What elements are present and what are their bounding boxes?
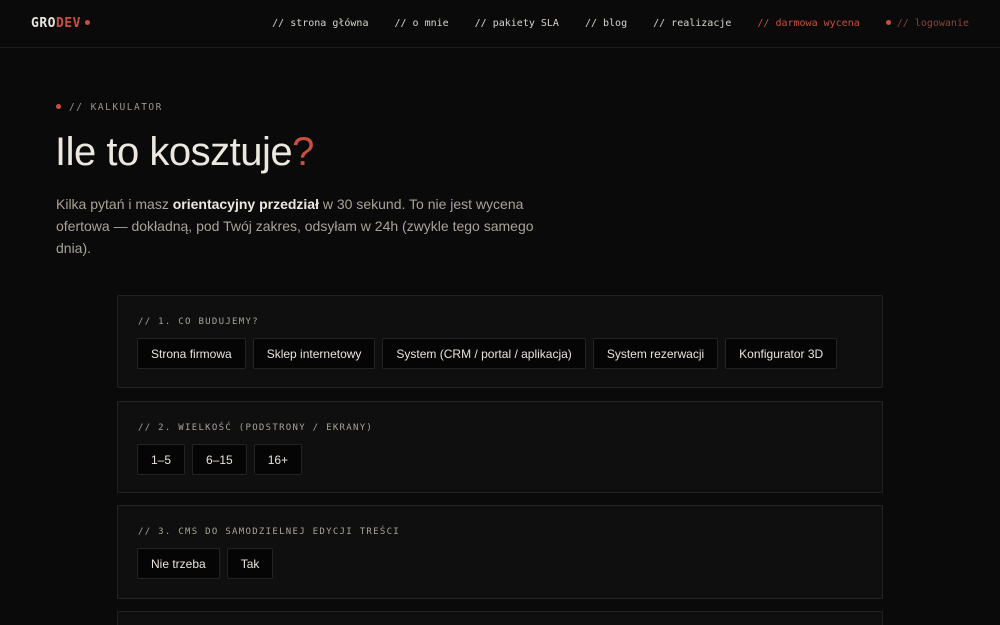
logo-prefix: GRO [31, 16, 56, 31]
nav-login[interactable]: // logowanie [885, 18, 969, 29]
page-title-text: Ile to kosztuje [55, 130, 293, 174]
option-group: Strona firmowa Sklep internetowy System … [137, 338, 844, 369]
question-card-cms: // 3. CMS DO SAMODZIELNEJ EDYCJI TREŚCI … [117, 505, 883, 599]
question-card-size: // 2. WIELKOŚĆ (PODSTRONY / EKRANY) 1–5 … [117, 401, 883, 493]
question-label: // 2. WIELKOŚĆ (PODSTRONY / EKRANY) [138, 423, 374, 433]
nav-sla[interactable]: // pakiety SLA [475, 18, 559, 29]
nav-login-label: // logowanie [896, 18, 969, 29]
logo-suffix: DEV [55, 16, 81, 31]
question-card-next [117, 611, 883, 625]
option-size-small[interactable]: 1–5 [137, 444, 186, 475]
page-title-mark: ? [292, 130, 314, 174]
nav-about[interactable]: // o mnie [394, 18, 448, 29]
login-dot-icon [885, 19, 891, 25]
option-company-site[interactable]: Strona firmowa [137, 338, 246, 369]
nav-portfolio[interactable]: // realizacje [653, 18, 731, 29]
nav-blog[interactable]: // blog [585, 18, 627, 29]
eyebrow-label: // KALKULATOR [69, 102, 163, 113]
section-eyebrow: // KALKULATOR [56, 102, 163, 113]
site-header: GRODEV // strona główna // o mnie // pak… [0, 0, 1000, 48]
option-3d-configurator[interactable]: Konfigurator 3D [725, 338, 838, 369]
nav-free-quote[interactable]: // darmowa wycena [757, 18, 859, 29]
lead-part-1: Kilka pytań i masz [56, 196, 173, 212]
main-nav: // strona główna // o mnie // pakiety SL… [246, 18, 969, 29]
question-label: // 3. CMS DO SAMODZIELNEJ EDYCJI TREŚCI [138, 527, 401, 537]
logo[interactable]: GRODEV [31, 16, 90, 31]
logo-dot-icon [84, 20, 90, 25]
option-group: 1–5 6–15 16+ [137, 444, 309, 475]
option-cms-yes[interactable]: Tak [226, 548, 274, 579]
option-booking-system[interactable]: System rezerwacji [592, 338, 719, 369]
lead-bold: orientacyjny przedział [172, 196, 319, 212]
option-group: Nie trzeba Tak [137, 548, 280, 579]
option-online-shop[interactable]: Sklep internetowy [252, 338, 376, 369]
eyebrow-dot-icon [56, 104, 61, 109]
option-system[interactable]: System (CRM / portal / aplikacja) [382, 338, 586, 369]
option-size-medium[interactable]: 6–15 [192, 444, 247, 475]
nav-home[interactable]: // strona główna [272, 18, 368, 29]
question-label: // 1. CO BUDUJEMY? [138, 317, 259, 327]
question-card-type: // 1. CO BUDUJEMY? Strona firmowa Sklep … [117, 295, 883, 388]
option-cms-no[interactable]: Nie trzeba [137, 548, 220, 579]
hero-lead: Kilka pytań i masz orientacyjny przedzia… [56, 193, 536, 259]
page-title: Ile to kosztuje? [55, 130, 314, 175]
option-size-large[interactable]: 16+ [253, 444, 303, 475]
